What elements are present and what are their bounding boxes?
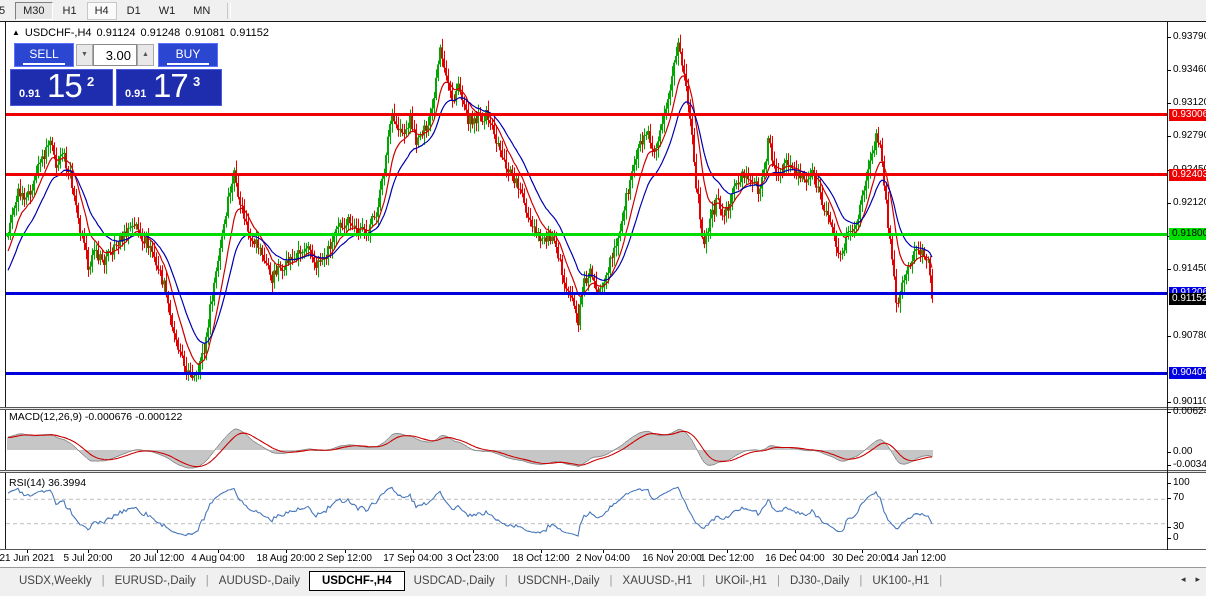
macd-axis-label-tick [1167,465,1171,466]
rsi-axis-label-tick [1167,483,1171,484]
macd-axis-label-tick [1167,412,1171,413]
mt-terminal-window: 5M30H1H4D1W1MN ▲ USDCHF-,H4 0.91124 0.91… [0,0,1206,596]
ask-price-big: 17 [153,67,188,105]
rsi-indicator-label: RSI(14) 36.3994 [9,477,86,489]
price-line-label-091152: 0.91152 [1169,293,1206,305]
volume-up-button[interactable]: ▲ [137,44,154,66]
price-tick-mark [1167,37,1171,38]
tab-separator: | [702,575,705,587]
chart-symbol-timeframe: USDCHF-,H4 [25,27,92,39]
rsi-axis-label-tick [1167,498,1171,499]
buy-button[interactable]: BUY [158,43,218,67]
bid-price-big: 15 [47,67,82,105]
tab-dj30-daily[interactable]: DJ30-,Daily [781,572,858,590]
price-tick-mark [1167,336,1171,337]
tab-scroll-buttons: ◂ ▸ [1181,574,1200,585]
time-axis-label: 14 Jan 12:00 [872,553,962,564]
price-tick-label: 0.93790 [1173,31,1206,42]
chart-tab-bar: USDX,Weekly|EURUSD-,Daily|AUDUSD-,DailyU… [0,569,1206,592]
tab-eurusd-daily[interactable]: EURUSD-,Daily [106,572,205,590]
price-line-label-091800: 0.91800 [1169,228,1206,240]
macd-axis-label-tick [1167,452,1171,453]
ohlc-low: 0.91081 [185,27,225,39]
timeframe-button-w1[interactable]: W1 [151,2,184,20]
volume-down-button[interactable]: ▼ [76,44,93,66]
tab-audusd-daily[interactable]: AUDUSD-,Daily [210,572,309,590]
tab-xauusd-h1[interactable]: XAUUSD-,H1 [614,572,702,590]
macd-axis-label: -0.00345 [1173,459,1206,470]
rsi-axis-label: 0 [1173,532,1179,543]
tab-usdchf-h4[interactable]: USDCHF-,H4 [309,571,405,591]
one-click-trade-panel: SELL ▼ ▲ BUY 0.91 15 2 0.91 17 3 [10,43,222,106]
macd-axis-label: 0.00 [1173,446,1192,457]
toolbar-separator [227,3,231,19]
macd-indicator-label: MACD(12,26,9) -0.000676 -0.000122 [9,411,182,423]
price-tick-label: 0.90780 [1173,330,1206,341]
tab-separator: | [939,575,942,587]
rsi-axis-label: 100 [1173,477,1190,488]
tab-usdx-weekly[interactable]: USDX,Weekly [10,572,101,590]
sell-button-underline [23,63,65,65]
timeframe-button-5[interactable]: 5 [0,2,13,20]
macd-axis-label: 0.006246 [1173,406,1206,417]
rsi-pane-canvas[interactable] [6,473,1167,549]
price-tick-mark [1167,103,1171,104]
ohlc-close: 0.91152 [230,27,269,39]
rsi-axis-label-tick [1167,538,1171,539]
price-line-label-092403: 0.92403 [1169,169,1206,181]
tab-separator: | [610,575,613,587]
tab-separator: | [859,575,862,587]
tab-separator: | [505,575,508,587]
price-line-label-093006: 0.93006 [1169,109,1206,121]
price-tick-label: 0.92790 [1173,130,1206,141]
tab-usdcad-daily[interactable]: USDCAD-,Daily [405,572,504,590]
price-tick-mark [1167,136,1171,137]
buy-button-label: BUY [176,47,201,61]
price-tick-mark [1167,70,1171,71]
timeframe-button-mn[interactable]: MN [185,2,218,20]
bid-price-box[interactable]: 0.91 15 2 [10,69,113,106]
tab-separator: | [777,575,780,587]
buy-button-underline [167,63,209,65]
rsi-axis-label-tick [1167,527,1171,528]
timeframe-button-d1[interactable]: D1 [119,2,149,20]
rsi-axis-label: 70 [1173,492,1184,503]
timeframe-button-m30[interactable]: M30 [15,2,52,20]
ask-price-prefix: 0.91 [125,88,146,100]
timeframe-toolbar: 5M30H1H4D1W1MN [0,0,1206,21]
tab-usdcnh-daily[interactable]: USDCNH-,Daily [509,572,609,590]
price-tick-label: 0.91450 [1173,263,1206,274]
price-tick-label: 0.93460 [1173,64,1206,75]
status-strip [0,592,1206,596]
ask-price-pipette: 3 [193,74,200,89]
timeframe-button-h1[interactable]: H1 [55,2,85,20]
rsi-axis-label: 30 [1173,521,1184,532]
bid-price-pipette: 2 [87,74,94,89]
timeframe-button-h4[interactable]: H4 [87,2,117,20]
price-tick-mark [1167,203,1171,204]
price-tick-mark [1167,402,1171,403]
ask-price-box[interactable]: 0.91 17 3 [116,69,222,106]
volume-input[interactable] [93,44,137,66]
price-tick-label: 0.92120 [1173,197,1206,208]
price-tick-mark [1167,269,1171,270]
tab-ukoil-h1[interactable]: UKOil-,H1 [706,572,776,590]
one-click-panel-toggle-icon[interactable]: ▲ [12,29,20,37]
bid-price-prefix: 0.91 [19,88,40,100]
tab-scroll-left-icon[interactable]: ◂ [1181,574,1186,585]
sell-button[interactable]: SELL [14,43,74,67]
tab-separator: | [206,575,209,587]
sell-button-label: SELL [29,47,58,61]
tab-uk100-h1[interactable]: UK100-,H1 [863,572,938,590]
ohlc-high: 0.91248 [141,27,181,39]
ohlc-open: 0.91124 [97,27,136,39]
tab-scroll-right-icon[interactable]: ▸ [1195,574,1200,585]
time-axis[interactable]: 21 Jun 20215 Jul 20:0020 Jul 12:004 Aug … [0,550,1206,567]
price-tick-label: 0.93120 [1173,97,1206,108]
price-axis[interactable]: 0.937900.934600.931200.927900.924500.921… [1167,22,1206,567]
tab-separator: | [102,575,105,587]
chart-header: ▲ USDCHF-,H4 0.91124 0.91248 0.91081 0.9… [12,27,269,39]
price-line-label-090404: 0.90404 [1169,367,1206,379]
